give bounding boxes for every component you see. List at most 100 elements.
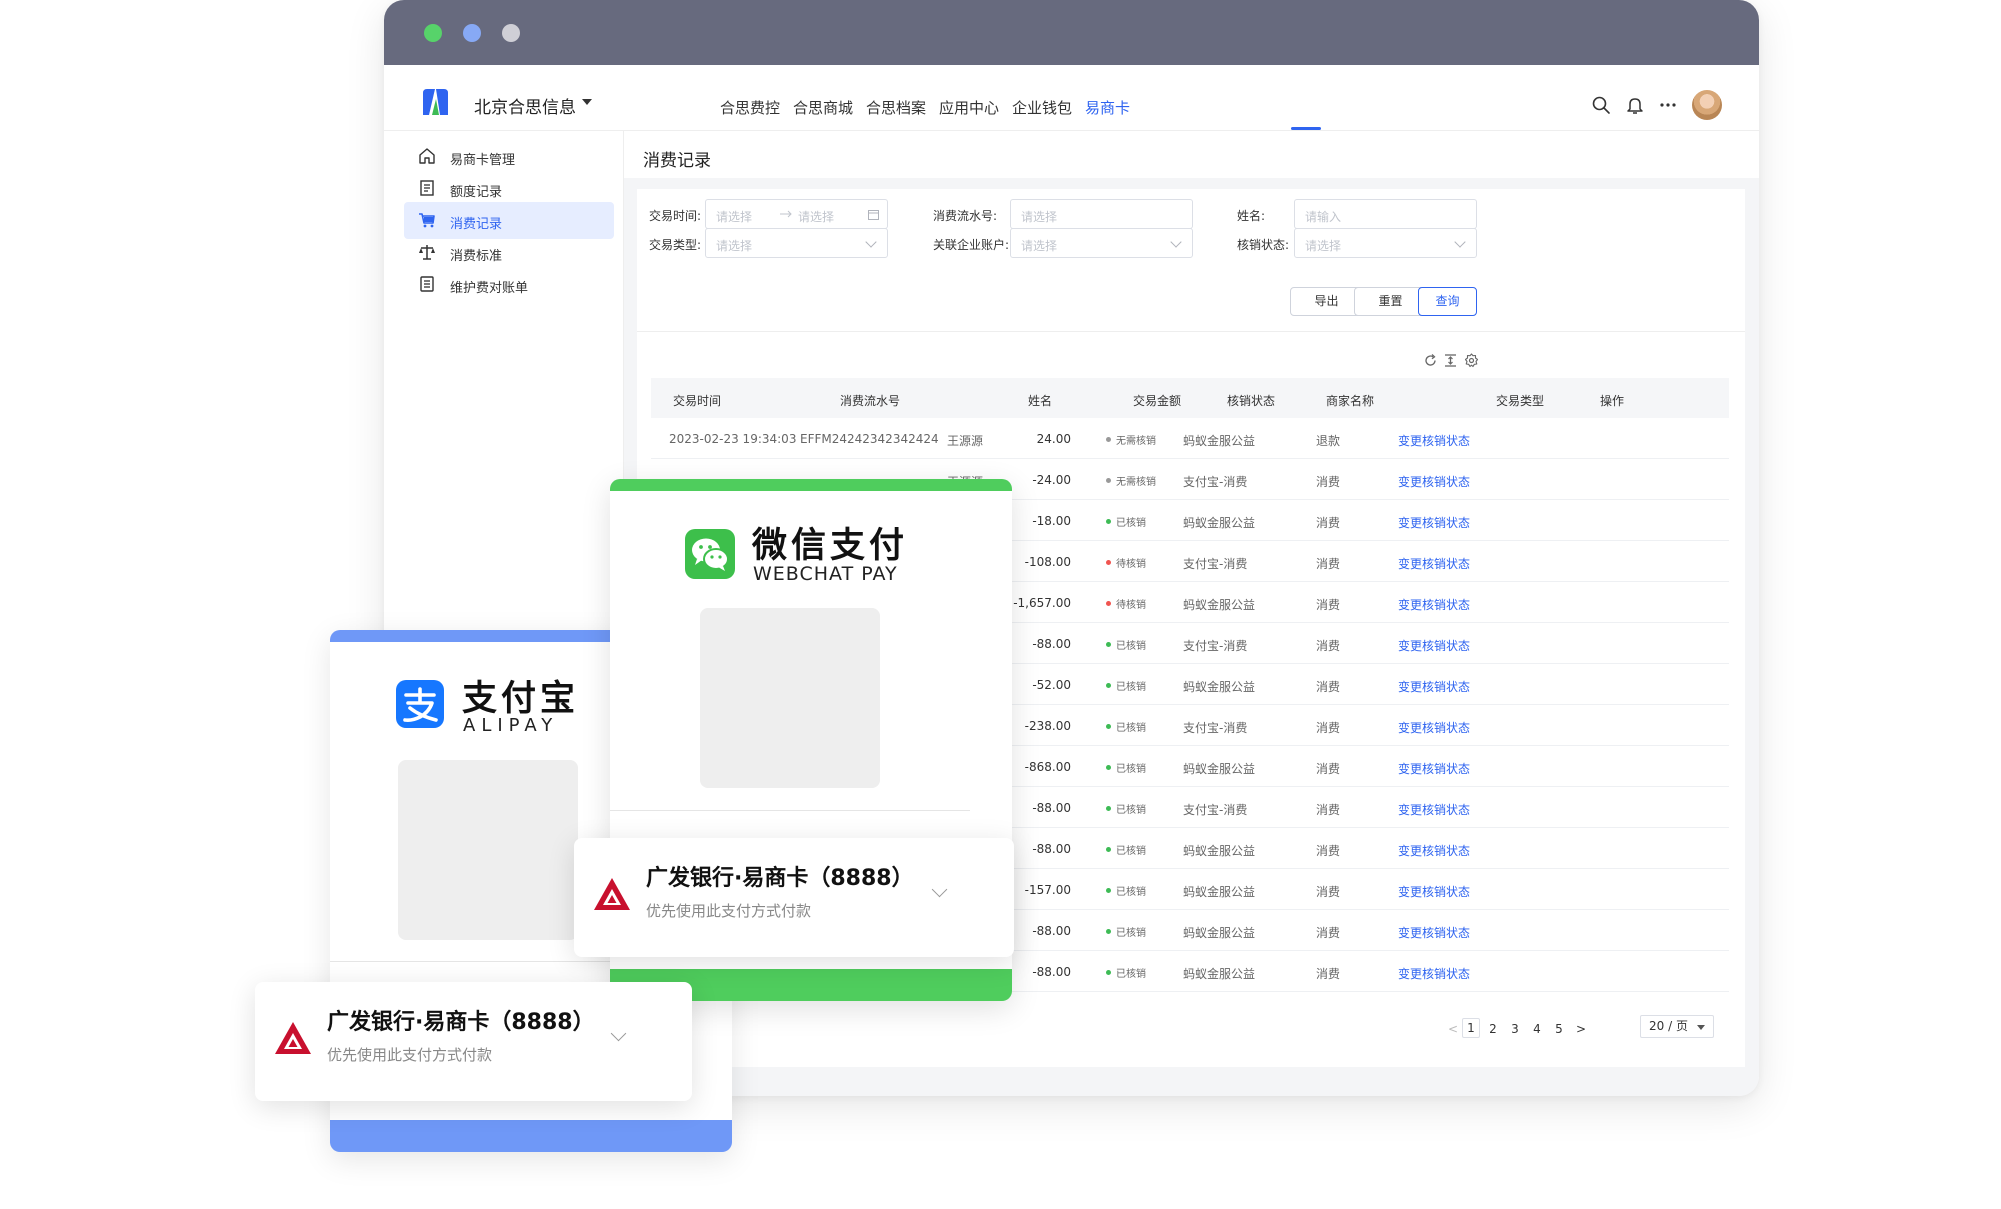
bell-icon[interactable] bbox=[1625, 95, 1645, 115]
trade-time-range-picker[interactable]: 请选择 请选择 bbox=[705, 199, 888, 229]
select-placeholder: 请选择 bbox=[1021, 239, 1058, 253]
nav-tab-app-center[interactable]: 应用中心 bbox=[939, 97, 999, 118]
status-dot-icon bbox=[1106, 683, 1111, 688]
chevron-down-icon bbox=[865, 236, 877, 248]
sidebar-item-label: 消费标准 bbox=[450, 249, 503, 264]
cell-merchant: 支付宝-消费 bbox=[1183, 803, 1248, 817]
change-status-link[interactable]: 变更核销状态 bbox=[1398, 473, 1470, 490]
cell-trade-type: 消费 bbox=[1316, 680, 1341, 694]
cell-trade-time: 2023-02-23 19:34:03 bbox=[669, 432, 797, 446]
nav-tab-expense-control[interactable]: 合思费控 bbox=[720, 97, 780, 118]
wechat-qr-code bbox=[700, 608, 880, 788]
page-4[interactable]: 4 bbox=[1528, 1022, 1546, 1036]
cell-merchant: 支付宝-消费 bbox=[1183, 475, 1248, 489]
page-2[interactable]: 2 bbox=[1484, 1022, 1502, 1036]
change-status-link[interactable]: 变更核销状态 bbox=[1398, 596, 1470, 613]
window-maximize-button[interactable] bbox=[424, 24, 442, 42]
app-logo-icon bbox=[423, 89, 448, 115]
nav-tab-archive[interactable]: 合思档案 bbox=[866, 97, 926, 118]
status-text: 无需核销 bbox=[1116, 436, 1156, 447]
status-dot-icon bbox=[1106, 806, 1111, 811]
wechat-pay-subtitle: WEBCHAT PAY bbox=[753, 563, 898, 585]
page-3[interactable]: 3 bbox=[1506, 1022, 1524, 1036]
export-button[interactable]: 导出 bbox=[1290, 287, 1363, 316]
prev-page-icon[interactable]: < bbox=[1448, 1022, 1458, 1036]
page-1[interactable]: 1 bbox=[1462, 1018, 1480, 1038]
cell-merchant: 蚂蚁金服公益 bbox=[1183, 598, 1256, 612]
arrow-right-icon bbox=[780, 210, 792, 218]
query-button[interactable]: 查询 bbox=[1418, 287, 1477, 316]
change-status-link[interactable]: 变更核销状态 bbox=[1398, 432, 1470, 449]
name-input[interactable]: 请输入 bbox=[1294, 199, 1477, 229]
change-status-link[interactable]: 变更核销状态 bbox=[1398, 514, 1470, 531]
status-dot-icon bbox=[1106, 847, 1111, 852]
nav-tab-wallet[interactable]: 企业钱包 bbox=[1012, 97, 1072, 118]
cell-trade-type: 退款 bbox=[1316, 434, 1341, 448]
page-5[interactable]: 5 bbox=[1550, 1022, 1568, 1036]
cgb-bank-logo-icon bbox=[275, 1022, 311, 1054]
change-status-link[interactable]: 变更核销状态 bbox=[1398, 883, 1470, 900]
reset-button[interactable]: 重置 bbox=[1354, 287, 1427, 316]
page-size-select[interactable]: 20 / 页 bbox=[1640, 1015, 1714, 1038]
verify-status-select[interactable]: 请选择 bbox=[1294, 228, 1477, 258]
wechat-pay-title: 微信支付 bbox=[752, 526, 909, 566]
change-status-link[interactable]: 变更核销状态 bbox=[1398, 924, 1470, 941]
sidebar-item-label: 消费记录 bbox=[450, 217, 503, 232]
change-status-link[interactable]: 变更核销状态 bbox=[1398, 965, 1470, 982]
cell-trade-type: 消费 bbox=[1316, 721, 1341, 735]
cell-trade-type: 消费 bbox=[1316, 967, 1341, 981]
more-icon[interactable] bbox=[1658, 95, 1678, 115]
column-height-icon[interactable] bbox=[1443, 353, 1458, 368]
nav-tab-yishang-card[interactable]: 易商卡 bbox=[1085, 97, 1130, 118]
cell-trade-type: 消费 bbox=[1316, 475, 1341, 489]
cell-verify-status: 已核销 bbox=[1106, 719, 1146, 734]
trade-time-label: 交易时间: bbox=[649, 209, 702, 223]
change-status-link[interactable]: 变更核销状态 bbox=[1398, 760, 1470, 777]
select-placeholder: 请选择 bbox=[1305, 239, 1342, 253]
alipay-bank-card-selector[interactable]: 广发银行·易商卡（8888） 优先使用此支付方式付款 bbox=[255, 982, 692, 1101]
change-status-link[interactable]: 变更核销状态 bbox=[1398, 637, 1470, 654]
sidebar-item-maintenance-statement[interactable]: 维护费对账单 bbox=[404, 266, 614, 303]
nav-tab-mall[interactable]: 合思商城 bbox=[793, 97, 853, 118]
status-text: 已核销 bbox=[1116, 928, 1146, 939]
name-label: 姓名: bbox=[1237, 209, 1266, 223]
cell-verify-status: 无需核销 bbox=[1106, 432, 1156, 447]
alipay-subtitle: ALIPAY bbox=[463, 715, 559, 736]
status-dot-icon bbox=[1106, 765, 1111, 770]
window-close-button[interactable] bbox=[502, 24, 520, 42]
status-text: 已核销 bbox=[1116, 764, 1146, 775]
search-icon[interactable] bbox=[1591, 95, 1611, 115]
serial-number-input[interactable]: 请选择 bbox=[1010, 199, 1193, 229]
status-dot-icon bbox=[1106, 437, 1111, 442]
cell-amount: 24.00 bbox=[1036, 432, 1071, 446]
status-dot-icon bbox=[1106, 929, 1111, 934]
change-status-link[interactable]: 变更核销状态 bbox=[1398, 678, 1470, 695]
cell-verify-status: 待核销 bbox=[1106, 555, 1146, 570]
change-status-link[interactable]: 变更核销状态 bbox=[1398, 555, 1470, 572]
column-header: 消费流水号 bbox=[840, 394, 901, 408]
organization-name[interactable]: 北京合思信息 bbox=[474, 93, 576, 118]
enterprise-account-select[interactable]: 请选择 bbox=[1010, 228, 1193, 258]
cell-merchant: 蚂蚁金服公益 bbox=[1183, 680, 1256, 694]
gear-icon[interactable] bbox=[1464, 353, 1479, 368]
change-status-link[interactable]: 变更核销状态 bbox=[1398, 842, 1470, 859]
end-date-placeholder: 请选择 bbox=[798, 210, 835, 224]
chevron-down-icon[interactable] bbox=[610, 1025, 627, 1042]
caret-down-icon[interactable] bbox=[582, 99, 592, 105]
change-status-link[interactable]: 变更核销状态 bbox=[1398, 719, 1470, 736]
next-page-icon[interactable]: > bbox=[1576, 1022, 1586, 1036]
cell-verify-status: 已核销 bbox=[1106, 637, 1146, 652]
page-title: 消费记录 bbox=[643, 151, 711, 171]
change-status-link[interactable]: 变更核销状态 bbox=[1398, 801, 1470, 818]
chevron-down-icon bbox=[1170, 236, 1182, 248]
top-navigation: 北京合思信息 合思费控 合思商城 合思档案 应用中心 企业钱包 易商卡 bbox=[384, 65, 1759, 131]
trade-type-select[interactable]: 请选择 bbox=[705, 228, 888, 258]
chevron-down-icon[interactable] bbox=[931, 881, 948, 898]
refresh-icon[interactable] bbox=[1423, 353, 1438, 368]
wechat-bank-card-selector[interactable]: 广发银行·易商卡（8888） 优先使用此支付方式付款 bbox=[574, 838, 1014, 957]
user-avatar[interactable] bbox=[1692, 90, 1722, 120]
bank-card-name: 广发银行·易商卡（8888） bbox=[327, 1010, 595, 1035]
window-minimize-button[interactable] bbox=[463, 24, 481, 42]
status-dot-icon bbox=[1106, 601, 1111, 606]
column-header: 商家名称 bbox=[1326, 394, 1375, 408]
